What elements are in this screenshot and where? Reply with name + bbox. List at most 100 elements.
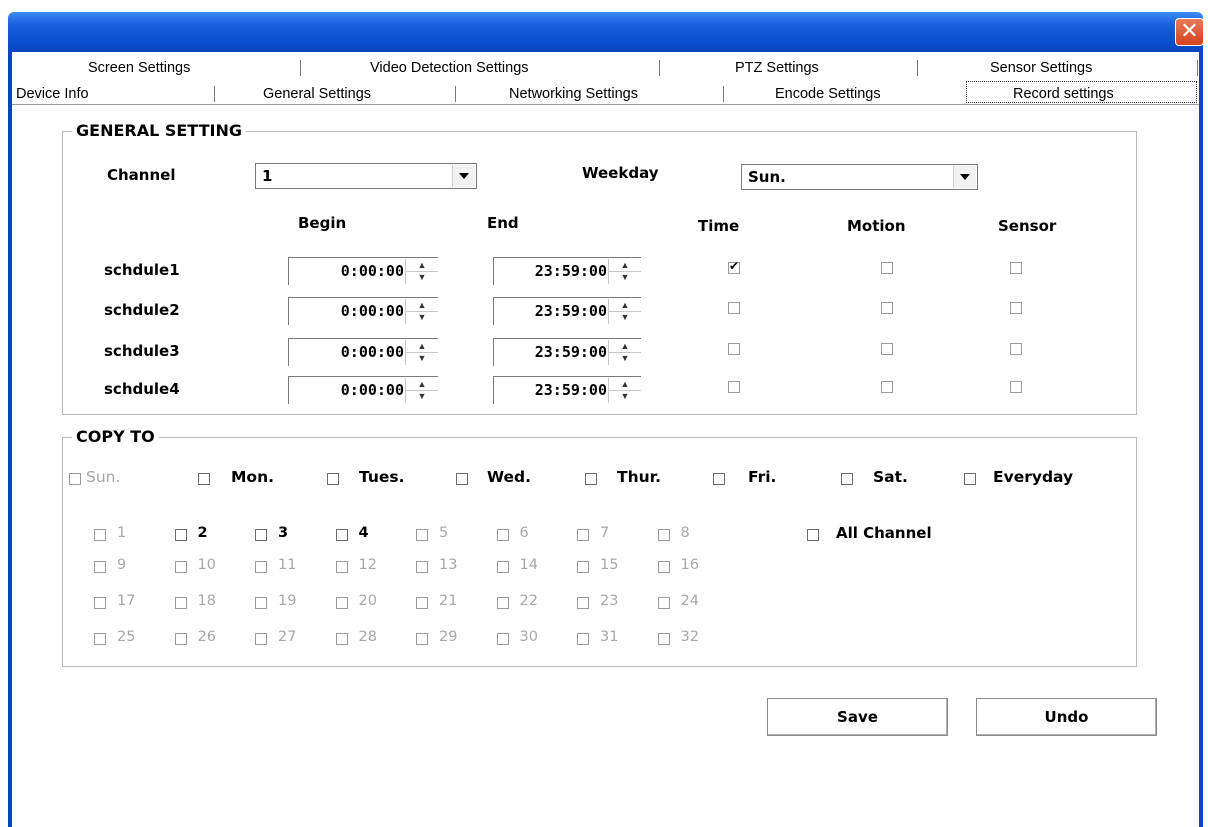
close-icon[interactable]: ✕ <box>1175 18 1204 46</box>
tab-ptz-settings[interactable]: PTZ Settings <box>735 59 819 78</box>
spin-down-icon[interactable]: ▼ <box>609 311 641 323</box>
spinner-buttons[interactable]: ▲ ▼ <box>405 340 438 365</box>
window-frame-left <box>8 52 12 827</box>
day-checkbox-wed[interactable] <box>456 473 468 485</box>
begin-time-spinner[interactable]: 0:00:00 ▲ ▼ <box>288 376 438 404</box>
channel-label: 5 <box>439 525 449 541</box>
tab-video-detection-settings[interactable]: Video Detection Settings <box>370 59 529 78</box>
sensor-checkbox[interactable] <box>1010 343 1022 355</box>
channel-label: 22 <box>519 593 538 609</box>
tab-content-border <box>12 104 1199 105</box>
channel-checkbox <box>416 597 428 609</box>
day-label: Mon. <box>231 468 274 486</box>
spin-down-icon[interactable]: ▼ <box>406 271 438 283</box>
schedule-name: schdule3 <box>104 342 180 360</box>
spin-down-icon[interactable]: ▼ <box>406 352 438 364</box>
chevron-down-icon[interactable] <box>953 166 976 188</box>
day-checkbox-thur[interactable] <box>585 473 597 485</box>
channel-checkbox[interactable] <box>335 529 348 541</box>
col-motion-header: Motion <box>847 217 906 235</box>
channel-checkbox <box>255 561 267 573</box>
sensor-checkbox[interactable] <box>1010 262 1022 274</box>
end-time-spinner[interactable]: 23:59:00 ▲ ▼ <box>493 376 641 404</box>
day-label: Sat. <box>873 468 908 486</box>
time-checkbox[interactable] <box>728 381 740 393</box>
spin-down-icon[interactable]: ▼ <box>406 311 438 323</box>
channel-checkbox <box>94 633 106 645</box>
channel-label: 16 <box>680 557 699 573</box>
day-checkbox-everyday[interactable] <box>964 473 976 485</box>
spinner-buttons[interactable]: ▲ ▼ <box>608 378 641 403</box>
general-setting-title: GENERAL SETTING <box>72 122 246 140</box>
begin-time-value: 0:00:00 <box>340 302 404 320</box>
chevron-down-icon[interactable] <box>452 165 475 187</box>
time-checkbox[interactable] <box>728 302 740 314</box>
day-checkbox-tues[interactable] <box>327 473 339 485</box>
spin-down-icon[interactable]: ▼ <box>609 352 641 364</box>
spin-down-icon[interactable]: ▼ <box>406 390 438 402</box>
spinner-buttons[interactable]: ▲ ▼ <box>608 259 641 284</box>
save-button[interactable]: Save <box>767 698 948 736</box>
channel-label: 4 <box>358 525 369 541</box>
time-checkbox[interactable] <box>728 343 740 355</box>
begin-time-value: 0:00:00 <box>340 343 404 361</box>
tab-screen-settings[interactable]: Screen Settings <box>88 59 190 78</box>
end-time-value: 23:59:00 <box>534 343 607 361</box>
channel-checkbox <box>657 561 670 573</box>
channel-label: 26 <box>197 629 216 645</box>
begin-time-spinner[interactable]: 0:00:00 ▲ ▼ <box>288 338 438 366</box>
spin-down-icon[interactable]: ▼ <box>609 390 641 402</box>
channel-checkbox <box>496 561 509 573</box>
tab-encode-settings[interactable]: Encode Settings <box>775 85 881 104</box>
channel-checkbox <box>577 597 589 609</box>
undo-button[interactable]: Undo <box>976 698 1157 736</box>
begin-time-spinner[interactable]: 0:00:00 ▲ ▼ <box>288 297 438 325</box>
tab-general-settings[interactable]: General Settings <box>263 85 371 104</box>
channel-select-value: 1 <box>262 167 273 185</box>
time-checkbox[interactable]: ✔ <box>728 259 740 274</box>
motion-checkbox[interactable] <box>881 381 893 393</box>
col-end-header: End <box>487 214 519 232</box>
spinner-buttons[interactable]: ▲ ▼ <box>405 299 438 324</box>
schedule-name: schdule1 <box>104 261 180 279</box>
window-frame-right <box>1199 52 1203 827</box>
motion-checkbox[interactable] <box>881 343 893 355</box>
channel-label: 28 <box>358 629 377 645</box>
channel-label: 23 <box>600 593 619 609</box>
end-time-spinner[interactable]: 23:59:00 ▲ ▼ <box>493 257 641 285</box>
day-label: Tues. <box>359 468 405 486</box>
sensor-checkbox[interactable] <box>1010 302 1022 314</box>
tab-networking-settings[interactable]: Networking Settings <box>509 85 638 104</box>
spin-down-icon[interactable]: ▼ <box>609 271 641 283</box>
spinner-buttons[interactable]: ▲ ▼ <box>608 299 641 324</box>
spinner-buttons[interactable]: ▲ ▼ <box>405 378 438 403</box>
channel-label: 20 <box>358 593 377 609</box>
day-checkbox-sat[interactable] <box>841 473 853 485</box>
channel-label: 2 <box>197 525 208 541</box>
begin-time-spinner[interactable]: 0:00:00 ▲ ▼ <box>288 257 438 285</box>
schedule-name: schdule4 <box>104 380 180 398</box>
end-time-spinner[interactable]: 23:59:00 ▲ ▼ <box>493 297 641 325</box>
all-channel-checkbox[interactable] <box>807 529 819 541</box>
channel-select[interactable]: 1 <box>255 163 477 189</box>
spinner-buttons[interactable]: ▲ ▼ <box>405 259 438 284</box>
end-time-value: 23:59:00 <box>534 381 607 399</box>
motion-checkbox[interactable] <box>881 302 893 314</box>
tab-device-info[interactable]: Device Info <box>16 85 89 104</box>
active-tab-focus <box>966 81 1197 103</box>
tab-separator <box>659 60 660 76</box>
channel-checkbox <box>496 597 509 609</box>
channel-checkbox <box>657 597 670 609</box>
spinner-buttons[interactable]: ▲ ▼ <box>608 340 641 365</box>
tab-sensor-settings[interactable]: Sensor Settings <box>990 59 1092 78</box>
channel-checkbox <box>174 561 187 573</box>
checkmark-icon: ✔ <box>729 259 740 273</box>
day-checkbox-mon[interactable] <box>198 473 210 485</box>
sensor-checkbox[interactable] <box>1010 381 1022 393</box>
end-time-spinner[interactable]: 23:59:00 ▲ ▼ <box>493 338 641 366</box>
day-checkbox-fri[interactable] <box>713 473 725 485</box>
channel-checkbox[interactable] <box>174 529 187 541</box>
channel-checkbox[interactable] <box>255 529 267 541</box>
motion-checkbox[interactable] <box>881 262 893 274</box>
weekday-select[interactable]: Sun. <box>741 164 978 190</box>
